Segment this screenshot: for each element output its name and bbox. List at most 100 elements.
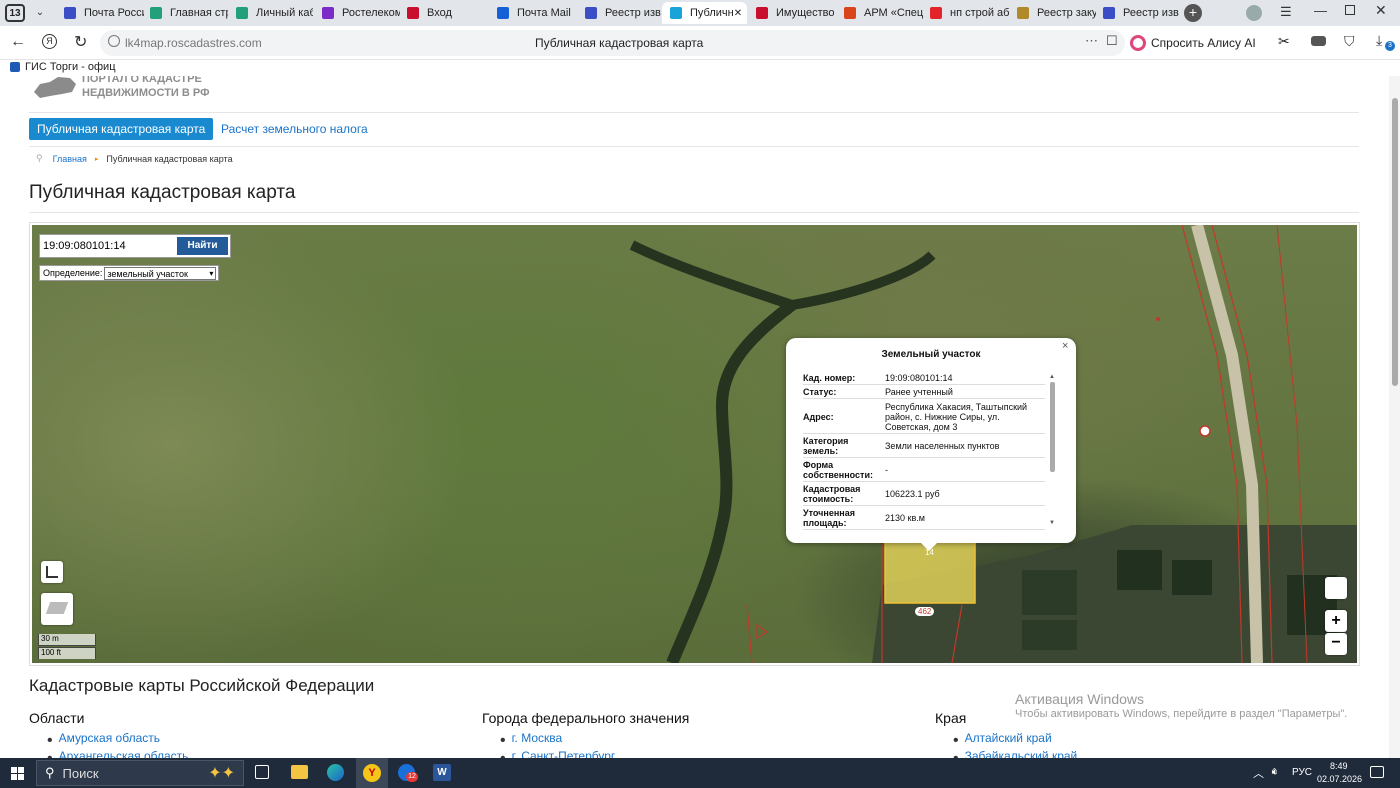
maximize-button[interactable] [1345,5,1355,15]
parcel-number-label-2: 462 [915,607,935,616]
breadcrumb-separator-icon: ▸ [94,155,99,163]
tab-6[interactable]: Реестр изве [577,2,661,24]
portal-logo[interactable] [32,76,77,100]
windows-start-icon[interactable] [11,767,24,780]
popup-row-value: - [885,465,888,475]
scroll-up-icon: ▲ [1049,374,1055,380]
scrollbar-thumb[interactable] [1391,98,1398,386]
region-link[interactable]: г. Санкт-Петербург [512,750,616,759]
zoom-out-button[interactable]: − [1325,633,1347,655]
popup-row-key: Адрес: [803,411,834,422]
fullscreen-button[interactable] [1325,577,1347,599]
tab-4[interactable]: Вход [399,2,485,24]
breadcrumb-current: Публичная кадастровая карта [106,153,233,164]
url-field[interactable]: lk4map.roscadastres.com Публичная кадаст… [100,30,1125,56]
measure-button[interactable] [41,561,63,583]
cadastral-map[interactable]: 14 462 Найти Определение: земельный учас… [32,225,1357,663]
scrollbar-thumb[interactable] [1049,382,1055,472]
clock-date[interactable]: 02.07.2026 [1317,774,1362,784]
back-icon[interactable]: ← [10,33,26,51]
tab-label: нп строй аб [950,7,1009,19]
language-indicator[interactable]: РУС [1292,767,1312,778]
tab-favicon-icon [64,7,76,19]
tab-1[interactable]: Главная стр [142,2,228,24]
tab-9[interactable]: АРМ «Спец [836,2,924,24]
tab-0[interactable]: Почта Росси [56,2,144,24]
site-settings-icon[interactable] [108,35,120,47]
popup-row-value: 106223.1 руб [885,489,940,499]
tab-3[interactable]: Ростелеком [314,2,400,24]
nav-land-tax[interactable]: Расчет земельного налога [221,122,368,136]
tab-12[interactable]: Реестр изве [1095,2,1179,24]
popup-row: Категория земель: Земли населенных пункто… [803,435,1045,458]
downloads-icon[interactable]: ⤓ 3 [1376,32,1395,51]
tab-8[interactable]: Имущество [748,2,834,24]
bookmark-icon[interactable]: ☐ [1106,33,1118,49]
popup-row-key: Уточненная площадь: [803,508,855,528]
page-scrollbar[interactable] [1389,76,1400,758]
breadcrumb-home[interactable]: Главная [53,154,87,164]
tab-label: Личный каб [256,7,313,19]
task-view-icon[interactable] [255,765,269,779]
tab-11[interactable]: Реестр заку [1009,2,1096,24]
cadastral-number-input[interactable] [43,237,173,255]
notifications-icon[interactable] [1370,766,1384,778]
page-content: ПОРТАЛ О КАДАСТРЕ НЕДВИЖИМОСТИ В РФ Публ… [0,76,1400,758]
layers-button[interactable] [41,593,73,625]
clock-time[interactable]: 8:49 [1330,761,1348,771]
more-icon[interactable]: ⋯ [1085,33,1098,49]
tab-label: Почта Росси [84,7,144,19]
taskbar-search[interactable]: ⚲ Поиск ✦✦ [36,760,244,786]
tab-counter[interactable]: 13 [5,4,25,22]
menu-icon[interactable]: ☰ [1280,4,1292,20]
shield-icon[interactable]: ⛉ [1344,33,1355,50]
word-icon[interactable]: W [433,764,451,781]
scroll-down-icon: ▼ [1049,520,1055,526]
popup-row-key: Форма собственности: [803,460,873,480]
minimize-button[interactable]: — [1314,3,1327,18]
tab-favicon-icon [585,7,597,19]
bookmark-item[interactable]: ГИС Торги - офиц [10,61,116,73]
windows-watermark-title: Активация Windows [1015,691,1145,707]
tab-label: Реестр заку [1037,7,1096,19]
tab-label: Реестр изве [605,7,661,19]
popup-scrollbar[interactable]: ▲ ▼ [1048,374,1056,526]
region-link[interactable]: Алтайский край [965,732,1052,750]
tab-favicon-icon [407,7,419,19]
extension-icon[interactable]: ✂ [1278,33,1290,50]
collections-icon[interactable] [1311,36,1326,46]
search-button[interactable]: Найти [177,237,228,255]
tab-close-icon[interactable]: ✕ [734,8,742,19]
alice-button[interactable]: Спросить Алису AI [1130,31,1256,55]
chevron-down-icon[interactable]: ⌄ [32,5,48,21]
zoom-in-button[interactable]: + [1325,610,1347,632]
definition-select[interactable]: земельный участок ▾ [104,266,217,280]
region-column: Области•Амурская область•Архангельская о… [29,710,449,758]
popup-row-key: Кадастровая стоимость: [803,484,861,504]
file-explorer-icon[interactable] [291,765,308,779]
region-link[interactable]: Архангельская область [59,750,189,759]
volume-icon[interactable]: 🔈︎ [1272,766,1279,779]
tray-chevron-up-icon[interactable]: ︿ [1253,765,1264,781]
region-link[interactable]: Забайкальский край [965,750,1078,759]
section-title: Кадастровые карты Российской Федерации [29,676,375,695]
page-title: Публичная кадастровая карта [29,182,296,203]
profile-avatar[interactable] [1246,5,1262,21]
region-link[interactable]: Амурская область [59,732,160,750]
new-tab-button[interactable]: + [1184,4,1202,22]
reload-icon[interactable]: ↻ [74,32,87,52]
tab-5[interactable]: Почта Mail [489,2,577,24]
tab-10[interactable]: нп строй аб [922,2,1009,24]
edge-icon[interactable] [327,764,344,781]
yandex-browser-icon[interactable]: Y [356,758,388,788]
nav-cadastral-map[interactable]: Публичная кадастровая карта [29,118,214,140]
tab-favicon-icon [1017,7,1029,19]
yandex-icon[interactable]: Я [42,34,57,49]
close-window-button[interactable]: ✕ [1375,2,1387,19]
tab-label: Почта Mail [517,7,571,19]
windows-watermark-text: Чтобы активировать Windows, перейдите в … [1015,708,1348,720]
tab-7[interactable]: Публичн ✕ [662,2,747,24]
app-icon[interactable]: 12 [398,764,418,782]
region-link[interactable]: г. Москва [512,732,563,750]
tab-2[interactable]: Личный каб [228,2,313,24]
